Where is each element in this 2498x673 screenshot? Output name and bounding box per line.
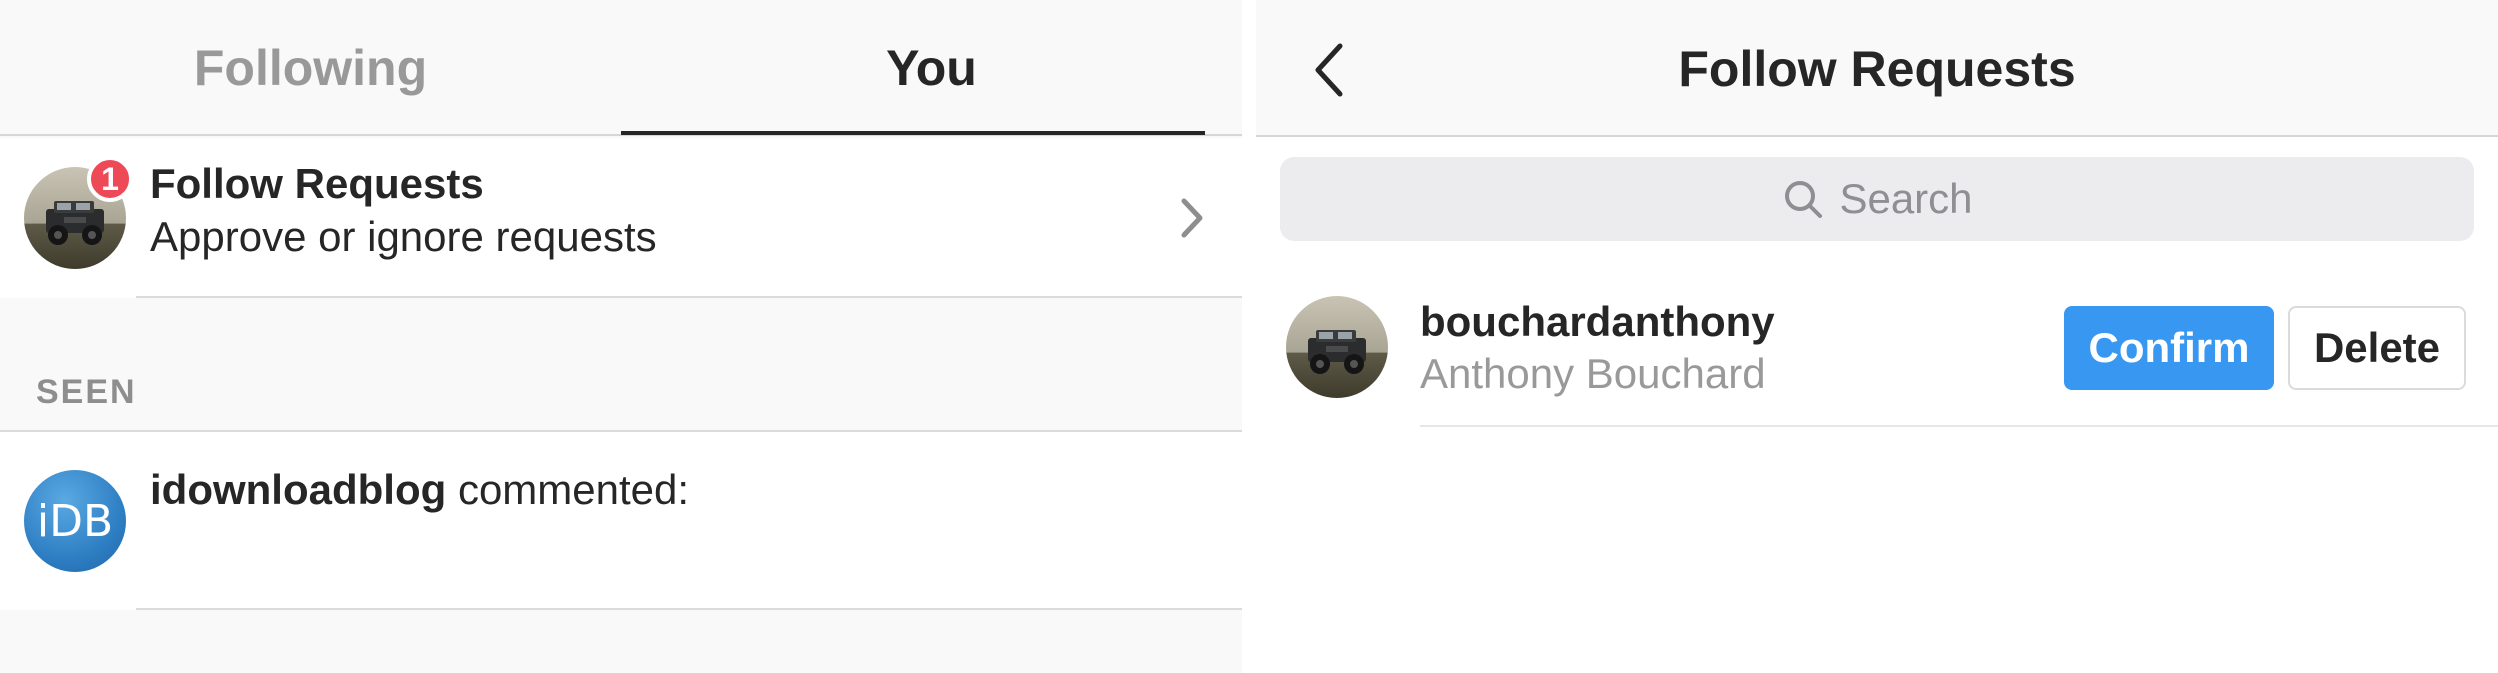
nav-bar: Follow Requests [1256, 0, 2498, 137]
tab-you[interactable]: You [621, 0, 1242, 136]
activity-item[interactable]: iDB idownloadblog commented: [0, 430, 1242, 610]
row-divider [1420, 425, 2498, 427]
search-bar[interactable]: Search [1280, 157, 2474, 241]
page-title: Follow Requests [1678, 40, 2076, 97]
follow-requests-screen: Follow Requests Search bouchardanthony A… [1256, 0, 2498, 673]
follow-requests-subtitle: Approve or ignore requests [150, 213, 657, 260]
search-placeholder: Search [1839, 175, 1973, 222]
search-icon [1785, 181, 1823, 218]
chevron-left-icon[interactable] [1310, 40, 1350, 100]
activity-action: commented: [446, 466, 690, 513]
row-divider [136, 296, 1242, 298]
activity-tab-bar: Following You [0, 0, 1242, 136]
follow-requests-title: Follow Requests [150, 160, 484, 207]
section-header-seen: SEEN [36, 373, 137, 411]
activity-text: idownloadblog commented: [150, 466, 689, 514]
follow-request-row: bouchardanthony Anthony Bouchard Confirm… [1256, 282, 2498, 427]
confirm-button[interactable]: Confirm [2064, 306, 2274, 390]
tab-following[interactable]: Following [0, 0, 621, 136]
chevron-right-icon [1181, 198, 1203, 238]
request-username[interactable]: bouchardanthony [1420, 298, 1775, 346]
row-divider [136, 608, 1242, 610]
notification-badge: 1 [87, 156, 133, 202]
activity-username[interactable]: idownloadblog [150, 466, 446, 513]
active-tab-indicator [621, 131, 1205, 135]
request-full-name: Anthony Bouchard [1420, 350, 1766, 397]
idb-avatar: iDB [24, 470, 126, 572]
jeep-photo-avatar[interactable] [1286, 296, 1388, 398]
delete-button[interactable]: Delete [2288, 306, 2466, 390]
follow-requests-row[interactable]: 1 Follow Requests Approve or ignore requ… [0, 138, 1242, 298]
activity-screen: Following You 1 Follow Requests Approve … [0, 0, 1242, 673]
